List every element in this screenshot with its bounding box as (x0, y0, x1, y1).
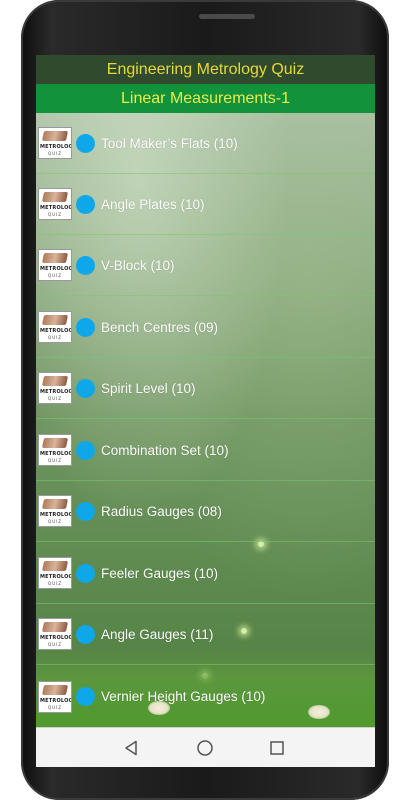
list-item-label: Vernier Height Gauges (10) (101, 689, 266, 704)
bullet-dot-icon (76, 255, 95, 275)
speaker-grille (199, 14, 255, 19)
list-item-label: V-Block (10) (101, 257, 175, 273)
list-item-label: Angle Plates (10) (101, 196, 205, 212)
section-title: Linear Measurements-1 (121, 89, 290, 107)
list-item[interactable]: METROLOGY QUIZ Tool Maker’s Flats (10) (36, 113, 375, 174)
metrology-quiz-thumbnail: METROLOGY QUIZ (38, 434, 72, 466)
list-item[interactable]: METROLOGY QUIZ Radius Gauges (08) (36, 481, 375, 542)
recents-square-icon (270, 741, 284, 755)
metrology-quiz-thumbnail: METROLOGY QUIZ (38, 249, 72, 281)
bullet-dot-icon (76, 133, 95, 153)
app-title-bar: Engineering Metrology Quiz (36, 55, 375, 84)
list-item[interactable]: METROLOGY QUIZ Vernier Height Gauges (10… (36, 666, 375, 727)
metrology-quiz-thumbnail: METROLOGY QUIZ (38, 557, 72, 589)
section-header: Linear Measurements-1 (36, 84, 375, 113)
list-item[interactable]: METROLOGY QUIZ Angle Plates (10) (36, 174, 375, 235)
metrology-quiz-thumbnail: METROLOGY QUIZ (38, 372, 72, 404)
list-item-label: Radius Gauges (08) (101, 503, 222, 519)
back-triangle-icon (125, 740, 137, 756)
topic-list[interactable]: METROLOGY QUIZ Tool Maker’s Flats (10) M… (36, 113, 375, 727)
screen: Engineering Metrology Quiz Linear Measur… (36, 55, 375, 767)
bullet-dot-icon (76, 501, 95, 521)
bullet-dot-icon (76, 378, 95, 398)
bullet-dot-icon (76, 440, 95, 460)
list-item[interactable]: METROLOGY QUIZ Angle Gauges (11) (36, 604, 375, 665)
bullet-dot-icon (76, 563, 95, 583)
back-button[interactable] (120, 736, 144, 760)
metrology-quiz-thumbnail: METROLOGY QUIZ (38, 127, 72, 159)
list-item-label: Feeler Gauges (10) (101, 565, 219, 581)
list-item-label: Angle Gauges (11) (101, 626, 214, 642)
bullet-dot-icon (76, 687, 95, 706)
metrology-quiz-thumbnail: METROLOGY QUIZ (38, 188, 72, 220)
list-item-label: Combination Set (10) (101, 442, 229, 458)
home-circle-icon (197, 740, 213, 756)
list-item-label: Spirit Level (10) (101, 380, 196, 396)
metrology-quiz-thumbnail: METROLOGY QUIZ (38, 311, 72, 343)
bullet-dot-icon (76, 624, 95, 644)
bullet-dot-icon (76, 317, 95, 337)
metrology-quiz-thumbnail: METROLOGY QUIZ (38, 495, 72, 527)
metrology-quiz-thumbnail: METROLOGY QUIZ (38, 618, 72, 650)
list-item-label: Tool Maker’s Flats (10) (101, 135, 238, 151)
bullet-dot-icon (76, 194, 95, 214)
list-item[interactable]: METROLOGY QUIZ Spirit Level (10) (36, 358, 375, 419)
list-item[interactable]: METROLOGY QUIZ V-Block (10) (36, 235, 375, 296)
list-item[interactable]: METROLOGY QUIZ Feeler Gauges (10) (36, 543, 375, 604)
recents-button[interactable] (265, 736, 289, 760)
list-item[interactable]: METROLOGY QUIZ Combination Set (10) (36, 420, 375, 481)
list-item-label: Bench Centres (09) (101, 319, 219, 335)
app-title: Engineering Metrology Quiz (106, 60, 305, 78)
list-item[interactable]: METROLOGY QUIZ Bench Centres (09) (36, 297, 375, 358)
system-navigation-bar (36, 727, 375, 767)
metrology-quiz-thumbnail: METROLOGY QUIZ (38, 680, 72, 713)
home-button[interactable] (193, 736, 217, 760)
